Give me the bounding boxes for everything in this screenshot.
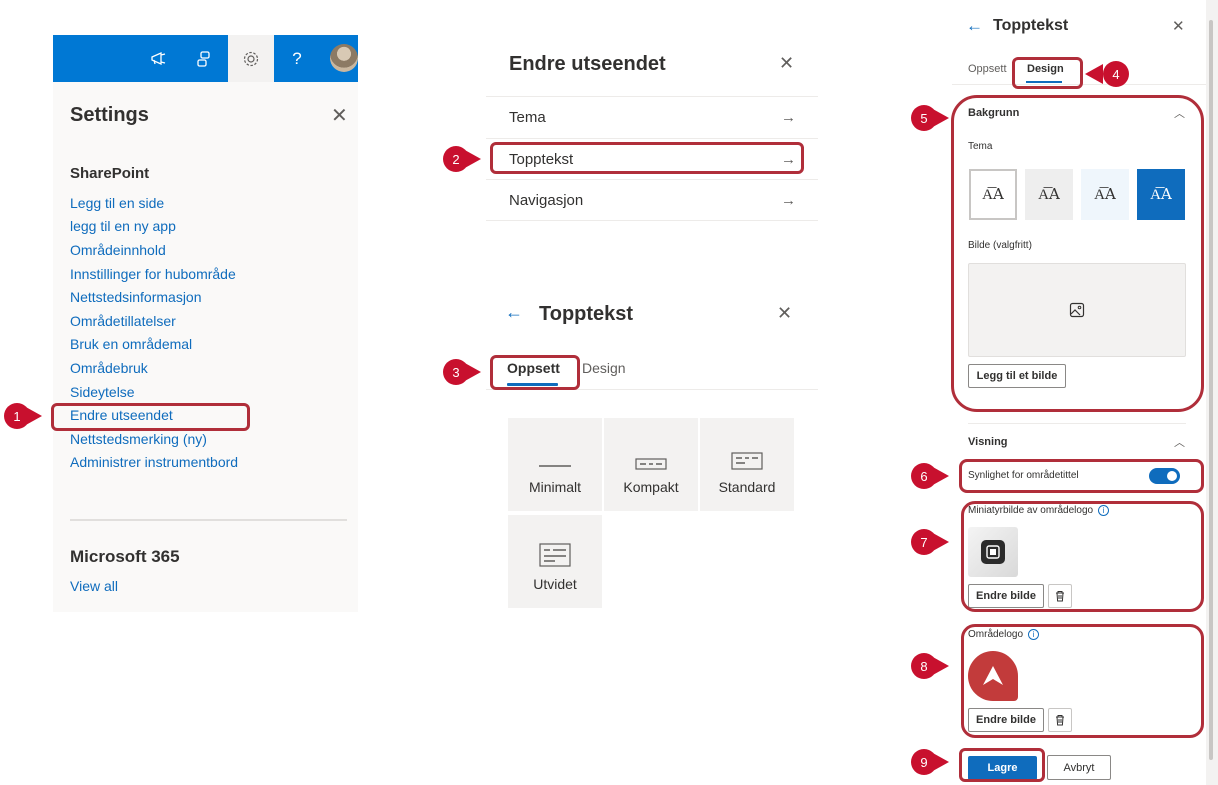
link-manage-dashboard[interactable]: Administrer instrumentbord xyxy=(70,454,238,470)
link-site-permissions[interactable]: Områdetillatelser xyxy=(70,313,176,329)
link-page-performance[interactable]: Sideytelse xyxy=(70,384,135,400)
view-all-link[interactable]: View all xyxy=(70,578,118,594)
callout-marker: 5 xyxy=(911,105,955,131)
link-add-page[interactable]: Legg til en side xyxy=(70,195,164,211)
close-icon[interactable]: ✕ xyxy=(331,103,348,128)
settings-title: Settings xyxy=(70,104,149,126)
layout-minimal[interactable]: Minimalt xyxy=(508,418,602,511)
sharepoint-heading: SharePoint xyxy=(70,165,150,182)
callout-marker: 4 xyxy=(1085,61,1129,87)
link-apply-site-template[interactable]: Bruk en områdemal xyxy=(70,336,192,352)
callout-number: 6 xyxy=(911,463,937,489)
layout-label: Standard xyxy=(718,479,776,495)
callout-marker: 3 xyxy=(443,359,487,385)
compact-layout-icon xyxy=(635,458,667,470)
standard-layout-icon xyxy=(731,452,763,470)
highlight-thumbnail xyxy=(961,501,1204,612)
gear-icon[interactable] xyxy=(228,35,274,82)
extended-layout-icon xyxy=(539,543,571,567)
highlight-background-section xyxy=(951,95,1204,412)
callout-number: 2 xyxy=(443,146,469,172)
layout-compact[interactable]: Kompakt xyxy=(604,418,698,511)
header-design-title: Topptekst xyxy=(993,17,1069,34)
menu-item-navigation[interactable]: Navigasjon → xyxy=(486,179,818,221)
menu-item-label: Tema xyxy=(509,109,546,126)
menu-item-theme[interactable]: Tema → xyxy=(486,96,818,138)
callout-number: 1 xyxy=(4,403,30,429)
chat-icon[interactable] xyxy=(182,35,228,82)
avatar[interactable] xyxy=(330,44,358,72)
callout-number: 3 xyxy=(443,359,469,385)
highlight-visibility-toggle xyxy=(959,459,1204,493)
highlight-layout-tab xyxy=(490,355,580,390)
callout-number: 9 xyxy=(911,749,937,775)
menu-item-label: Navigasjon xyxy=(509,191,584,209)
link-site-contents[interactable]: Områdeinnhold xyxy=(70,242,166,258)
highlight-site-logo xyxy=(961,624,1204,738)
microsoft-365-heading: Microsoft 365 xyxy=(70,547,180,566)
highlight-change-look xyxy=(51,403,250,431)
link-hub-settings[interactable]: Innstillinger for hubområde xyxy=(70,266,236,282)
help-icon[interactable]: ? xyxy=(274,35,320,82)
change-look-title: Endre utseendet xyxy=(509,53,666,75)
close-icon[interactable]: ✕ xyxy=(1172,17,1185,35)
header-layout-title: Topptekst xyxy=(539,303,634,325)
settings-panel: ? Settings ✕ SharePoint Legg til en side… xyxy=(53,35,358,612)
minimal-layout-icon xyxy=(539,465,571,467)
divider xyxy=(70,519,347,521)
arrow-right-icon: → xyxy=(781,191,796,209)
divider xyxy=(968,423,1186,424)
layout-label: Kompakt xyxy=(623,479,679,495)
callout-marker: 7 xyxy=(911,529,955,555)
megaphone-icon[interactable] xyxy=(136,35,182,82)
link-add-app[interactable]: legg til en ny app xyxy=(70,218,176,234)
callout-number: 8 xyxy=(911,653,937,679)
highlight-header-item xyxy=(490,142,804,174)
callout-marker: 6 xyxy=(911,463,955,489)
callout-marker: 2 xyxy=(443,146,487,172)
layout-extended[interactable]: Utvidet xyxy=(508,515,602,608)
link-site-information[interactable]: Nettstedsinformasjon xyxy=(70,289,202,305)
back-arrow-icon[interactable]: ← xyxy=(966,16,983,36)
display-heading: Visning xyxy=(968,436,1008,448)
link-site-branding[interactable]: Nettstedsmerking (ny) xyxy=(70,431,207,447)
callout-marker: 9 xyxy=(911,749,955,775)
link-site-usage[interactable]: Områdebruk xyxy=(70,360,148,376)
highlight-save-button xyxy=(959,748,1045,782)
cancel-button[interactable]: Avbryt xyxy=(1047,755,1111,780)
layout-label: Utvidet xyxy=(533,576,577,592)
chevron-up-icon[interactable]: ︿ xyxy=(1174,434,1185,450)
callout-number: 5 xyxy=(911,105,937,131)
callout-number: 4 xyxy=(1103,61,1129,87)
arrow-right-icon: → xyxy=(781,109,796,126)
tab-design[interactable]: Design xyxy=(582,360,626,376)
close-icon[interactable]: ✕ xyxy=(777,303,792,324)
callout-marker: 8 xyxy=(911,653,955,679)
callout-marker: 1 xyxy=(4,403,48,429)
highlight-design-tab xyxy=(1012,57,1083,89)
back-arrow-icon[interactable]: ← xyxy=(505,302,523,323)
tab-layout[interactable]: Oppsett xyxy=(968,63,1007,75)
suite-bar: ? xyxy=(53,35,358,82)
close-icon[interactable]: ✕ xyxy=(779,53,794,74)
callout-number: 7 xyxy=(911,529,937,555)
scrollbar-thumb[interactable] xyxy=(1209,20,1213,760)
layout-label: Minimalt xyxy=(528,479,582,495)
layout-standard[interactable]: Standard xyxy=(700,418,794,511)
